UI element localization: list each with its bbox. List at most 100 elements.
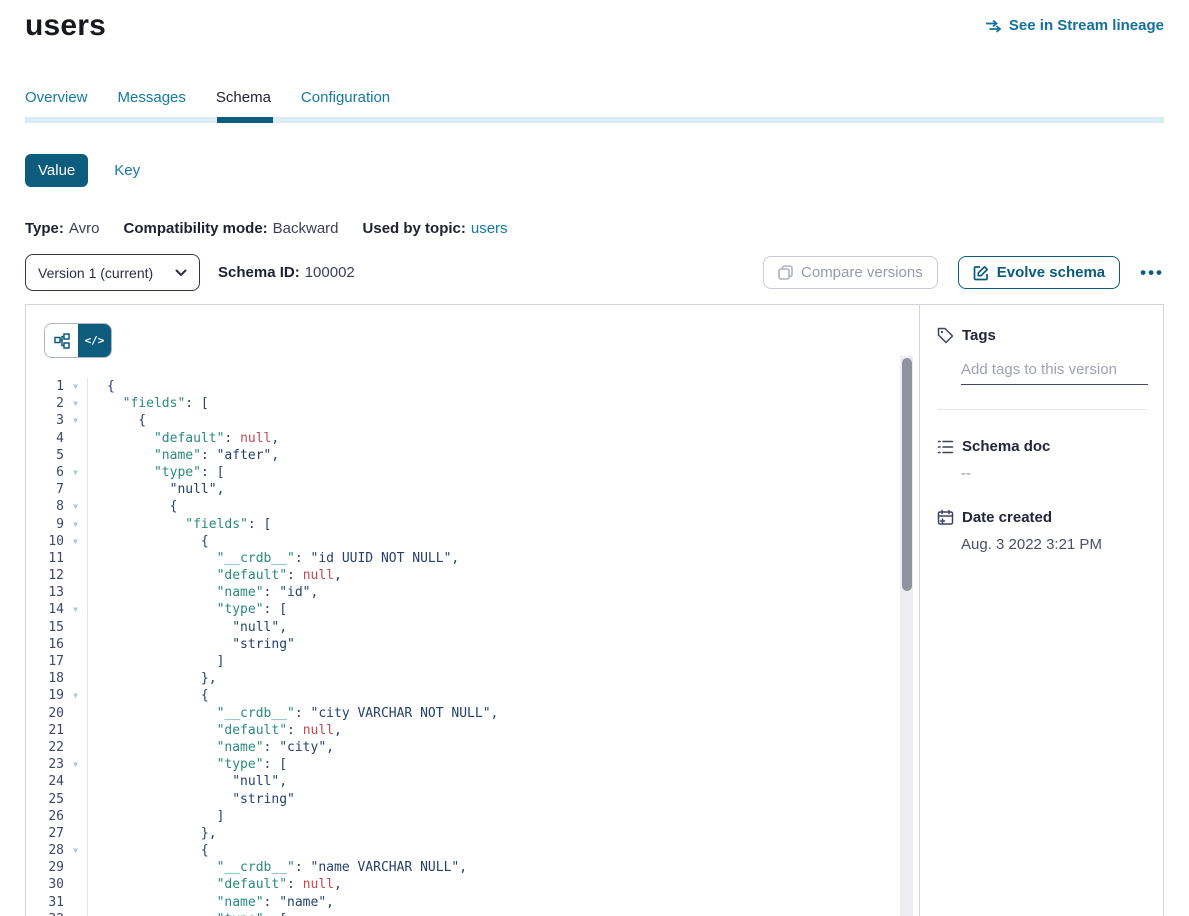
code-text: { <box>87 533 209 550</box>
line-number: 32 <box>26 911 64 916</box>
code-line: 3▼ { <box>26 412 919 429</box>
schema-id: Schema ID: 100002 <box>218 264 355 281</box>
tag-icon <box>937 327 954 344</box>
fold-toggle-icon[interactable]: ▼ <box>64 911 87 916</box>
line-number: 23 <box>26 756 64 773</box>
line-number: 18 <box>26 670 64 687</box>
line-number: 5 <box>26 447 64 464</box>
fold-toggle-icon[interactable]: ▼ <box>64 498 87 515</box>
code-line: 6▼ "type": [ <box>26 464 919 481</box>
fold-toggle-icon[interactable]: ▼ <box>64 412 87 429</box>
schema-actions: Compare versions Evolve schema ••• <box>763 256 1164 289</box>
line-number: 28 <box>26 842 64 859</box>
tab-configuration[interactable]: Configuration <box>301 89 390 117</box>
line-number: 8 <box>26 498 64 515</box>
line-number: 21 <box>26 722 64 739</box>
date-created-section: Date created Aug. 3 2022 3:21 PM <box>937 509 1148 553</box>
editor-scrollbar-track[interactable] <box>900 356 913 916</box>
code-text: }, <box>87 825 217 842</box>
editor-scrollbar-thumb[interactable] <box>902 358 912 591</box>
line-number: 19 <box>26 687 64 704</box>
code-text: "__crdb__": "city VARCHAR NOT NULL", <box>87 705 498 722</box>
key-tab-button[interactable]: Key <box>114 162 140 179</box>
more-actions-button[interactable]: ••• <box>1140 264 1164 281</box>
fold-toggle-icon[interactable]: ▼ <box>64 395 87 412</box>
code-line: 22 "name": "city", <box>26 739 919 756</box>
code-line: 7 "null", <box>26 481 919 498</box>
code-icon: </> <box>85 334 105 347</box>
sidebar-divider <box>937 409 1148 410</box>
code-text: "__crdb__": "name VARCHAR NULL", <box>87 859 467 876</box>
code-text: }, <box>87 670 217 687</box>
code-text: "null", <box>87 773 287 790</box>
fold-toggle-icon[interactable]: ▼ <box>64 533 87 550</box>
line-number: 4 <box>26 430 64 447</box>
compare-versions-button[interactable]: Compare versions <box>763 256 938 289</box>
line-number: 2 <box>26 395 64 412</box>
tab-overview[interactable]: Overview <box>25 89 88 117</box>
compare-icon <box>778 265 793 280</box>
tab-messages[interactable]: Messages <box>118 89 186 117</box>
code-line: 2▼ "fields": [ <box>26 395 919 412</box>
evolve-schema-button[interactable]: Evolve schema <box>958 256 1120 289</box>
fold-toggle-icon[interactable]: ▼ <box>64 601 87 618</box>
tags-header: Tags <box>937 327 1148 344</box>
schema-id-value: 100002 <box>305 264 355 281</box>
line-number: 14 <box>26 601 64 618</box>
line-number: 7 <box>26 481 64 498</box>
code-text: { <box>87 378 115 395</box>
code-text: "name": "after", <box>87 447 279 464</box>
code-text: "type": [ <box>87 911 287 916</box>
code-text: { <box>87 842 209 859</box>
meta-type: Type: Avro <box>25 220 99 237</box>
line-number: 26 <box>26 808 64 825</box>
version-select[interactable]: Version 1 (current) <box>25 254 200 291</box>
add-tags-input[interactable] <box>961 359 1148 385</box>
code-line: 31 "name": "name", <box>26 894 919 911</box>
tree-view-button[interactable] <box>45 324 78 357</box>
fold-toggle-icon[interactable]: ▼ <box>64 756 87 773</box>
code-line: 28▼ { <box>26 842 919 859</box>
code-text: "default": null, <box>87 876 342 893</box>
schema-code-editor[interactable]: </> 1▼{2▼ "fields": [3▼ {4 "default": nu… <box>26 305 920 916</box>
fold-toggle-icon[interactable]: ▼ <box>64 516 87 533</box>
line-number: 6 <box>26 464 64 481</box>
tab-schema[interactable]: Schema <box>216 89 271 117</box>
code-line: 20 "__crdb__": "city VARCHAR NOT NULL", <box>26 705 919 722</box>
fold-toggle-icon[interactable]: ▼ <box>64 378 87 395</box>
fold-toggle-icon[interactable]: ▼ <box>64 687 87 704</box>
date-created-header: Date created <box>937 509 1148 526</box>
code-text: "__crdb__": "id UUID NOT NULL", <box>87 550 459 567</box>
date-created-title: Date created <box>962 509 1052 526</box>
code-text: "name": "id", <box>87 584 318 601</box>
code-text: { <box>87 498 177 515</box>
code-line: 11 "__crdb__": "id UUID NOT NULL", <box>26 550 919 567</box>
line-number: 10 <box>26 533 64 550</box>
tab-bar: Overview Messages Schema Configuration <box>25 89 1164 117</box>
fold-toggle-icon[interactable]: ▼ <box>64 842 87 859</box>
code-view-button[interactable]: </> <box>78 324 111 357</box>
schema-doc-value: -- <box>961 465 1148 482</box>
code-text: "null", <box>87 619 287 636</box>
fold-toggle-icon[interactable]: ▼ <box>64 464 87 481</box>
line-number: 16 <box>26 636 64 653</box>
line-number: 22 <box>26 739 64 756</box>
editor-toolbar: </> <box>26 305 919 358</box>
code-text: { <box>87 687 209 704</box>
code-text: "name": "city", <box>87 739 334 756</box>
tags-section: Tags <box>937 327 1148 410</box>
line-number: 24 <box>26 773 64 790</box>
see-in-stream-lineage-link[interactable]: See in Stream lineage <box>985 17 1164 34</box>
code-line: 10▼ { <box>26 533 919 550</box>
version-toolbar: Version 1 (current) Schema ID: 100002 Co… <box>25 254 1164 291</box>
code-text: "default": null, <box>87 722 342 739</box>
code-text: "null", <box>87 481 224 498</box>
code-line: 17 ] <box>26 653 919 670</box>
value-tab-button[interactable]: Value <box>25 154 88 187</box>
topic-link[interactable]: users <box>471 220 508 237</box>
schema-meta-row: Type: Avro Compatibility mode: Backward … <box>25 220 1164 237</box>
code-text: "string" <box>87 791 295 808</box>
chevron-down-icon <box>175 269 187 277</box>
line-number: 11 <box>26 550 64 567</box>
code-text: "name": "name", <box>87 894 334 911</box>
